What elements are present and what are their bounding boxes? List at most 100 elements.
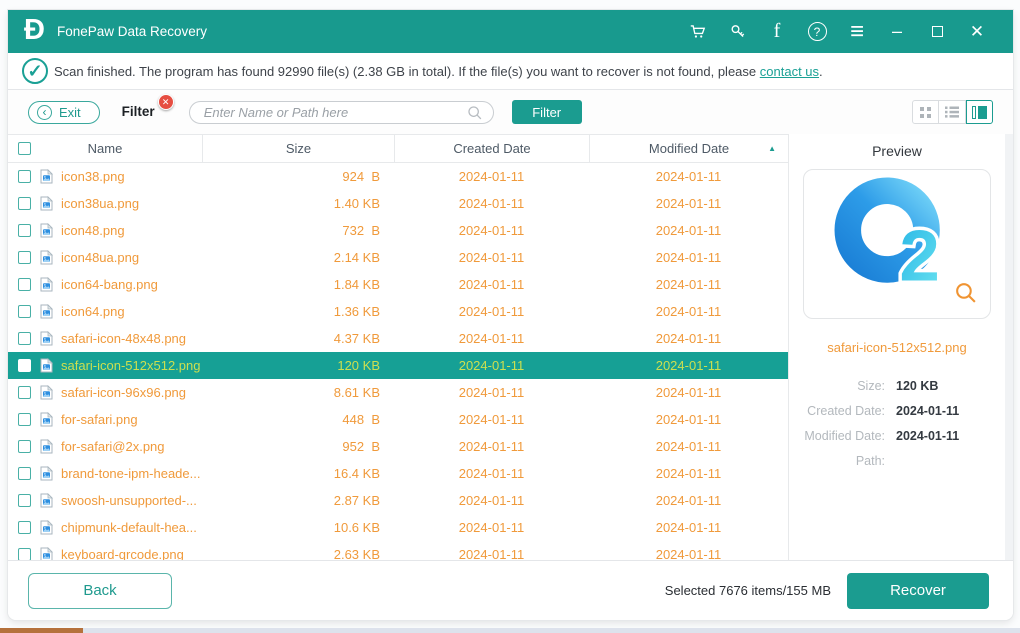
table-row[interactable]: icon64.png 1.36 KB 2024-01-11 2024-01-11 <box>8 298 788 325</box>
table-row[interactable]: icon38.png 924 B 2024-01-11 2024-01-11 <box>8 163 788 190</box>
file-list: icon38.png 924 B 2024-01-11 2024-01-11 i… <box>8 163 788 560</box>
menu-icon[interactable]: ≡ <box>837 10 877 53</box>
row-checkbox[interactable] <box>18 332 31 345</box>
file-created-date: 2024-01-11 <box>394 331 589 346</box>
back-button[interactable]: Back <box>28 573 172 609</box>
image-file-icon <box>40 358 53 373</box>
table-row[interactable]: icon48.png 732 B 2024-01-11 2024-01-11 <box>8 217 788 244</box>
sort-ascending-icon[interactable]: ▲ <box>768 144 776 153</box>
image-file-icon <box>40 169 53 184</box>
table-row[interactable]: chipmunk-default-hea... 10.6 KB 2024-01-… <box>8 514 788 541</box>
image-file-icon <box>40 466 53 481</box>
file-modified-date: 2024-01-11 <box>589 466 788 481</box>
file-created-date: 2024-01-11 <box>394 439 589 454</box>
image-file-icon <box>40 196 53 211</box>
row-checkbox[interactable] <box>18 440 31 453</box>
table-row[interactable]: icon48ua.png 2.14 KB 2024-01-11 2024-01-… <box>8 244 788 271</box>
table-row[interactable]: safari-icon-512x512.png 120 KB 2024-01-1… <box>8 352 788 379</box>
detail-label-path: Path: <box>789 454 885 468</box>
close-icon[interactable]: ✕ <box>957 10 997 53</box>
image-file-icon <box>40 439 53 454</box>
file-created-date: 2024-01-11 <box>394 304 589 319</box>
image-file-icon <box>40 304 53 319</box>
column-header-name[interactable]: Name <box>88 141 123 156</box>
taskbar-accent <box>0 628 83 633</box>
image-file-icon <box>40 412 53 427</box>
row-checkbox[interactable] <box>18 386 31 399</box>
file-modified-date: 2024-01-11 <box>589 250 788 265</box>
contact-us-link[interactable]: contact us <box>760 64 819 79</box>
row-checkbox[interactable] <box>18 170 31 183</box>
table-row[interactable]: for-safari.png 448 B 2024-01-11 2024-01-… <box>8 406 788 433</box>
table-row[interactable]: for-safari@2x.png 952 B 2024-01-11 2024-… <box>8 433 788 460</box>
file-size: 732 B <box>202 223 394 238</box>
file-name: icon38.png <box>61 169 125 184</box>
toolbar: ‹ Exit Filter ✕ Filter <box>8 90 1013 134</box>
minimize-icon[interactable]: – <box>877 10 917 53</box>
file-name: icon64.png <box>61 304 125 319</box>
image-file-icon <box>40 331 53 346</box>
row-checkbox[interactable] <box>18 494 31 507</box>
file-modified-date: 2024-01-11 <box>589 412 788 427</box>
file-modified-date: 2024-01-11 <box>589 358 788 373</box>
facebook-icon[interactable]: f <box>757 10 797 53</box>
scan-result-text: Scan finished. The program has found 929… <box>54 64 823 79</box>
register-key-icon[interactable] <box>717 10 757 53</box>
row-checkbox[interactable] <box>18 548 31 560</box>
detail-view-icon[interactable] <box>966 100 993 124</box>
grid-view-icon[interactable] <box>912 100 939 124</box>
column-header-modified[interactable]: Modified Date ▲ <box>589 135 788 162</box>
table-row[interactable]: icon38ua.png 1.40 KB 2024-01-11 2024-01-… <box>8 190 788 217</box>
row-checkbox[interactable] <box>18 224 31 237</box>
row-checkbox[interactable] <box>18 521 31 534</box>
column-header-created[interactable]: Created Date <box>394 135 589 162</box>
row-checkbox[interactable] <box>18 467 31 480</box>
row-checkbox[interactable] <box>18 278 31 291</box>
row-checkbox[interactable] <box>18 413 31 426</box>
row-checkbox[interactable] <box>18 305 31 318</box>
table-row[interactable]: swoosh-unsupported-... 2.87 KB 2024-01-1… <box>8 487 788 514</box>
table-row[interactable]: safari-icon-96x96.png 8.61 KB 2024-01-11… <box>8 379 788 406</box>
file-created-date: 2024-01-11 <box>394 358 589 373</box>
row-checkbox[interactable] <box>18 359 31 372</box>
image-file-icon <box>40 547 53 560</box>
file-name: icon48.png <box>61 223 125 238</box>
cart-icon[interactable] <box>677 10 717 53</box>
app-logo-icon: Ð <box>24 16 45 45</box>
table-row[interactable]: safari-icon-48x48.png 4.37 KB 2024-01-11… <box>8 325 788 352</box>
file-created-date: 2024-01-11 <box>394 547 589 560</box>
file-size: 924 B <box>202 169 394 184</box>
table-row[interactable]: brand-tone-ipm-heade... 16.4 KB 2024-01-… <box>8 460 788 487</box>
maximize-icon[interactable] <box>917 10 957 53</box>
row-checkbox[interactable] <box>18 251 31 264</box>
scrollbar-track[interactable] <box>1005 134 1013 560</box>
select-all-checkbox[interactable] <box>18 142 31 155</box>
zoom-preview-icon[interactable] <box>953 280 978 310</box>
file-modified-date: 2024-01-11 <box>589 439 788 454</box>
file-modified-date: 2024-01-11 <box>589 304 788 319</box>
clear-filter-badge-icon[interactable]: ✕ <box>158 94 174 110</box>
app-window: Ð FonePaw Data Recovery f <box>8 10 1013 620</box>
help-icon[interactable]: ? <box>797 10 837 53</box>
exit-button[interactable]: ‹ Exit <box>28 101 100 124</box>
table-row[interactable]: icon64-bang.png 1.84 KB 2024-01-11 2024-… <box>8 271 788 298</box>
filter-button[interactable]: Filter <box>512 100 582 124</box>
file-created-date: 2024-01-11 <box>394 520 589 535</box>
file-size: 10.6 KB <box>202 520 394 535</box>
table-row[interactable]: keyboard-qrcode.png 2.63 KB 2024-01-11 2… <box>8 541 788 560</box>
search-box <box>189 101 494 124</box>
list-view-icon[interactable] <box>939 100 966 124</box>
column-header-size[interactable]: Size <box>202 135 394 162</box>
search-input[interactable] <box>204 105 466 120</box>
row-checkbox[interactable] <box>18 197 31 210</box>
file-size: 2.63 KB <box>202 547 394 560</box>
selected-summary: Selected 7676 items/155 MB <box>665 583 831 598</box>
file-size: 952 B <box>202 439 394 454</box>
file-size: 2.14 KB <box>202 250 394 265</box>
file-created-date: 2024-01-11 <box>394 250 589 265</box>
file-size: 1.84 KB <box>202 277 394 292</box>
recover-button[interactable]: Recover <box>847 573 989 609</box>
file-size: 2.87 KB <box>202 493 394 508</box>
file-name: for-safari@2x.png <box>61 439 165 454</box>
file-modified-date: 2024-01-11 <box>589 277 788 292</box>
